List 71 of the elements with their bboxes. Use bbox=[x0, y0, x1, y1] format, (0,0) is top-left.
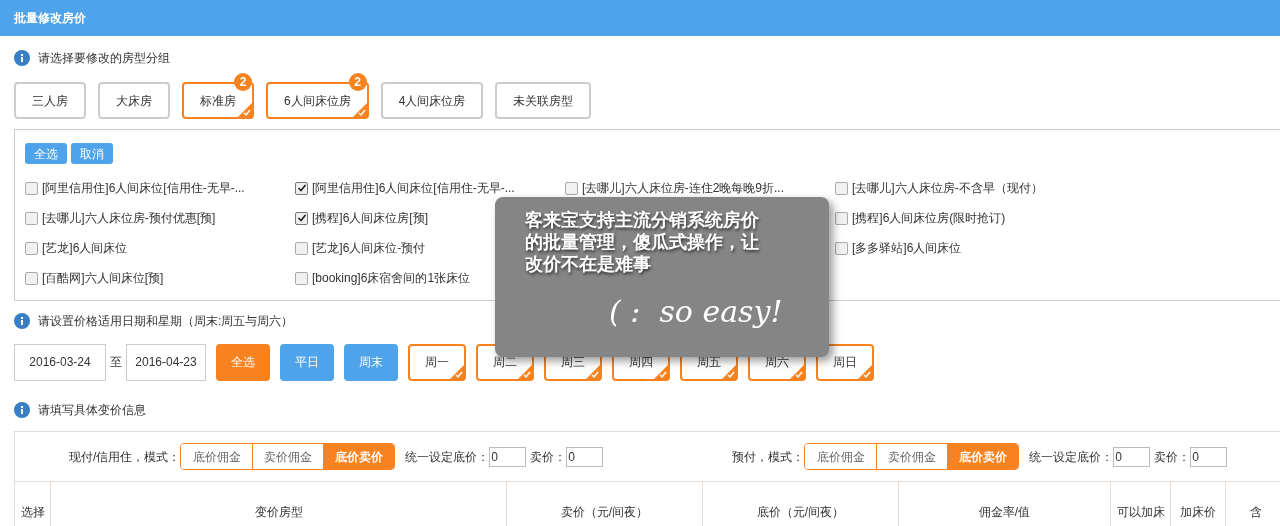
promo-text: 客来宝支持主流分销系统房价的批量管理，傻瓜式操作，让改价不在是难事 bbox=[525, 209, 760, 275]
option-label: [去哪儿]六人床位房-预付优惠[预] bbox=[42, 210, 216, 227]
check-corner-icon bbox=[858, 364, 872, 379]
checkbox[interactable] bbox=[835, 241, 848, 255]
column-header: 可以加床 bbox=[1111, 482, 1171, 526]
check-corner-icon bbox=[238, 103, 252, 117]
option-label: [携程]6人间床位房(限时抢订) bbox=[852, 210, 1006, 227]
option-label: [booking]6床宿舍间的1张床位 bbox=[312, 270, 471, 287]
weekday-button[interactable]: 周日 bbox=[816, 343, 874, 381]
checkbox[interactable] bbox=[25, 211, 38, 225]
base-price-label: 统一设定底价： bbox=[1029, 448, 1114, 466]
mode-label: 预付，模式： bbox=[732, 448, 805, 466]
option-label: [艺龙]6人间床位-预付 bbox=[312, 240, 426, 257]
column-header: 底价（元/间夜） bbox=[703, 482, 899, 526]
sell-price-label: 卖价： bbox=[530, 448, 567, 466]
check-corner-icon bbox=[450, 364, 464, 379]
checkbox[interactable] bbox=[295, 271, 308, 285]
section-heading: 请选择要修改的房型分组 bbox=[38, 50, 170, 67]
count-badge: 2 bbox=[348, 73, 367, 91]
option-label: [艺龙]6人间床位 bbox=[42, 240, 128, 257]
sell-price-input[interactable]: 0 bbox=[1190, 446, 1228, 467]
check-corner-icon bbox=[352, 103, 367, 117]
column-header: 变价房型 bbox=[51, 482, 507, 526]
option-label: [阿里信用住]6人间床位[信用住-无早-... bbox=[42, 180, 245, 197]
column-header: 佣金率/值 bbox=[899, 482, 1111, 526]
column-header: 选择 bbox=[15, 482, 51, 526]
info-icon bbox=[14, 402, 30, 418]
checkbox[interactable] bbox=[565, 181, 578, 195]
info-icon bbox=[14, 313, 30, 329]
checkbox[interactable] bbox=[25, 271, 38, 285]
checkbox[interactable] bbox=[25, 181, 38, 195]
promo-tagline: ( : so easy! bbox=[609, 293, 784, 331]
column-header: 含 bbox=[1249, 504, 1263, 521]
checkbox[interactable] bbox=[835, 181, 848, 195]
room-group-button[interactable]: 三人房 bbox=[14, 82, 86, 119]
column-header: 加床价 bbox=[1171, 482, 1226, 526]
column-header: 卖价（元/间夜） bbox=[507, 482, 703, 526]
count-badge: 2 bbox=[234, 73, 252, 91]
checkbox[interactable] bbox=[295, 241, 308, 255]
weekday-button[interactable]: 周一 bbox=[408, 343, 466, 381]
option-label: [多多驿站]6人间床位 bbox=[852, 240, 962, 257]
base-price-label: 统一设定底价： bbox=[405, 448, 490, 466]
date-field[interactable]: 2016-04-23 bbox=[126, 343, 206, 381]
base-price-input[interactable]: 0 bbox=[1113, 446, 1151, 467]
check-corner-icon bbox=[518, 364, 532, 379]
check-corner-icon bbox=[722, 364, 736, 379]
room-group-button[interactable]: 大床房 bbox=[98, 82, 170, 119]
sell-price-label: 卖价： bbox=[1154, 448, 1191, 466]
room-group-button[interactable]: 4人间床位房 bbox=[380, 82, 484, 119]
check-corner-icon bbox=[790, 364, 804, 379]
room-group-button[interactable]: 未关联房型 bbox=[495, 82, 592, 119]
date-separator: 至 bbox=[110, 354, 122, 371]
info-icon bbox=[14, 50, 30, 66]
checkbox[interactable] bbox=[25, 241, 38, 255]
mode-label: 现付/信用住，模式： bbox=[69, 448, 181, 466]
option-label: [携程]6人间床位房[预] bbox=[312, 210, 428, 227]
option-label: [阿里信用住]6人间床位[信用住-无早-... bbox=[312, 180, 515, 197]
sell-price-input[interactable]: 0 bbox=[566, 446, 604, 467]
check-corner-icon bbox=[586, 364, 600, 379]
option-label: [百酷网]六人间床位[预] bbox=[42, 270, 164, 287]
date-field[interactable]: 2016-03-24 bbox=[14, 343, 106, 381]
section-heading: 请填写具体变价信息 bbox=[38, 402, 146, 419]
checkbox[interactable] bbox=[295, 211, 308, 225]
check-corner-icon bbox=[654, 364, 668, 379]
section-heading: 请设置价格适用日期和星期（周末:周五与周六） bbox=[38, 313, 294, 330]
option-label: [去哪儿]六人床位房-不含早（现付） bbox=[852, 180, 1043, 197]
checkbox[interactable] bbox=[835, 211, 848, 225]
option-label: [去哪儿]六人床位房-连住2晚每晚9折... bbox=[582, 180, 784, 197]
checkbox[interactable] bbox=[295, 181, 308, 195]
window-title: 批量修改房价 bbox=[14, 10, 86, 27]
base-price-input[interactable]: 0 bbox=[489, 446, 527, 467]
